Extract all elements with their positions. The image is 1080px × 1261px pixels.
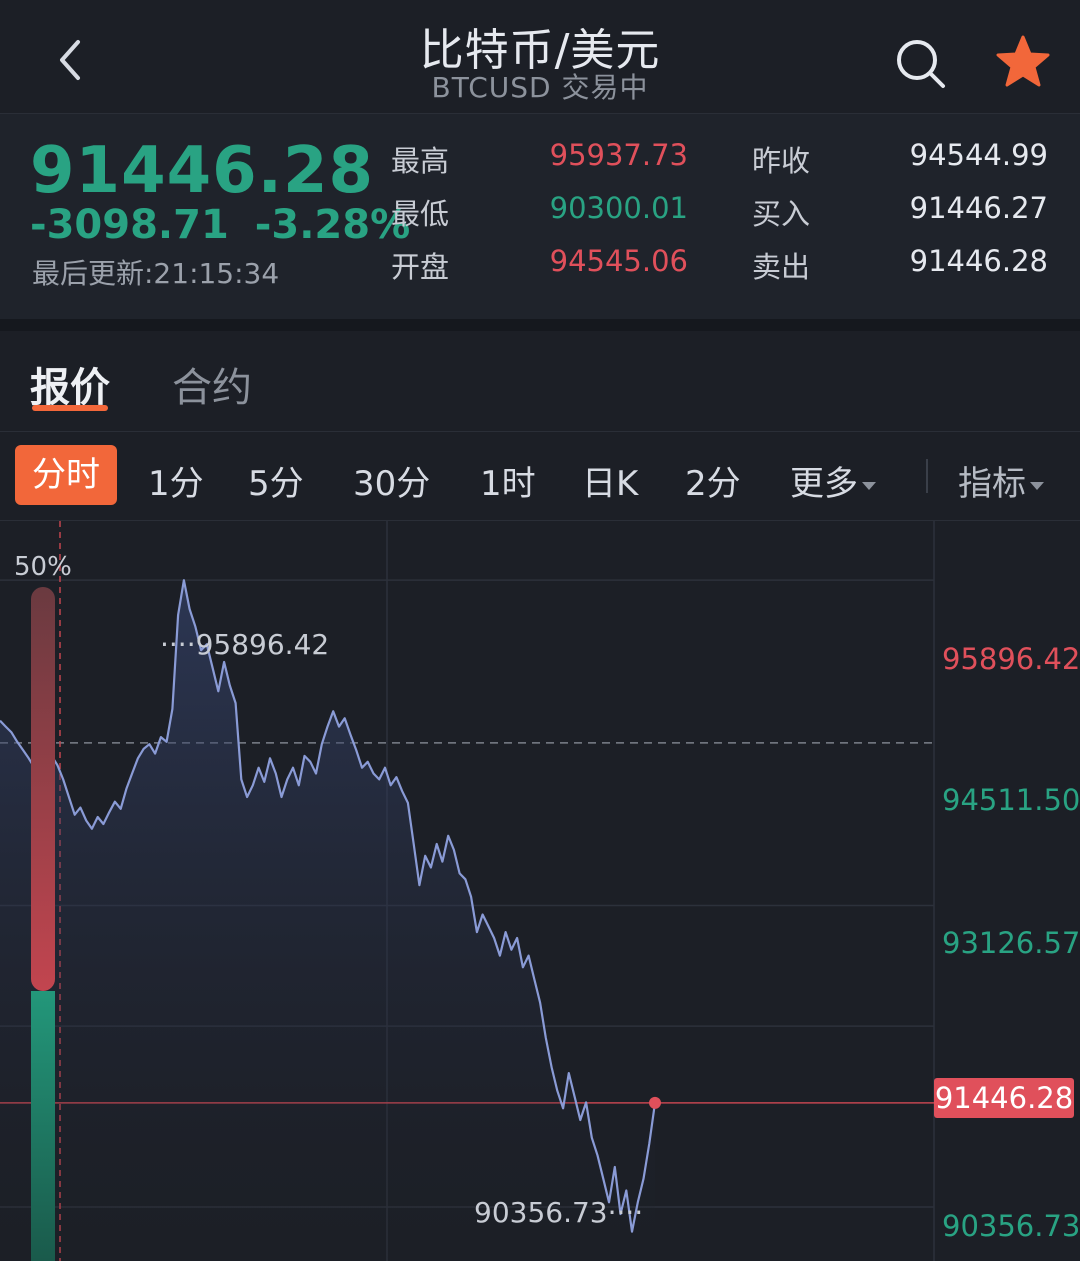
tab-contract[interactable]: 合约 xyxy=(172,355,252,413)
chart-low-annotation: 90356.73···· xyxy=(474,1196,644,1229)
y-axis-label-4: 90356.73 xyxy=(942,1209,1080,1243)
y-axis-label-3: 93126.57 xyxy=(942,926,1080,960)
indicators-dropdown[interactable]: 指标 xyxy=(958,456,1044,505)
section-divider xyxy=(0,319,1080,331)
period-divider xyxy=(926,459,928,493)
stat-label-open: 开盘 xyxy=(391,250,450,284)
change-amount: -3098.71 xyxy=(30,202,229,248)
change-percent: -3.28% xyxy=(254,202,411,248)
price-change: -3098.71 -3.28% xyxy=(30,202,410,248)
price-area-fill xyxy=(0,580,655,1261)
last-updated: 最后更新:21:15:34 xyxy=(32,257,280,290)
tab-active-indicator xyxy=(32,405,108,411)
chart-high-annotation: ····95896.42 xyxy=(160,628,330,661)
last-price: 91446.28 xyxy=(30,134,375,208)
favorite-star-icon[interactable] xyxy=(994,34,1052,90)
current-price-dot xyxy=(649,1096,661,1109)
more-dropdown[interactable]: 更多 xyxy=(790,456,876,505)
search-icon[interactable] xyxy=(893,36,949,92)
period-daily[interactable]: 日K xyxy=(582,456,638,505)
stat-label-prev-close: 昨收 xyxy=(752,144,811,178)
stat-value-open: 94545.06 xyxy=(549,244,688,278)
stat-value-high: 95937.73 xyxy=(549,138,688,172)
period-timeshare[interactable]: 分时 xyxy=(15,445,117,505)
sentiment-bar-bear xyxy=(31,991,55,1261)
stat-value-ask: 91446.28 xyxy=(909,244,1048,278)
indicators-label: 指标 xyxy=(958,464,1026,504)
period-1hour[interactable]: 1时 xyxy=(480,456,536,505)
y-axis-label-1: 95896.42 xyxy=(942,642,1080,676)
stat-value-low: 90300.01 xyxy=(549,191,688,225)
stat-label-ask: 卖出 xyxy=(752,250,811,284)
sentiment-percent-label: 50% xyxy=(14,552,72,582)
stat-label-high: 最高 xyxy=(391,144,450,178)
current-price-tag: 91446.28 xyxy=(934,1078,1074,1118)
period-2min[interactable]: 2分 xyxy=(685,456,741,505)
tab-bar xyxy=(0,331,1080,432)
header: 比特币/美元 BTCUSD 交易中 xyxy=(0,0,1080,114)
chevron-down-icon xyxy=(862,481,876,490)
stat-label-bid: 买入 xyxy=(752,197,811,231)
sentiment-bar-bull xyxy=(31,587,55,991)
y-axis-label-2: 94511.50 xyxy=(942,783,1080,817)
period-30min[interactable]: 30分 xyxy=(353,456,430,505)
period-5min[interactable]: 5分 xyxy=(248,456,304,505)
period-1min[interactable]: 1分 xyxy=(148,456,204,505)
stat-label-low: 最低 xyxy=(391,197,450,231)
stat-value-prev-close: 94544.99 xyxy=(909,138,1048,172)
chevron-down-icon xyxy=(1030,481,1044,490)
more-label: 更多 xyxy=(790,464,858,504)
stat-value-bid: 91446.27 xyxy=(909,191,1048,225)
